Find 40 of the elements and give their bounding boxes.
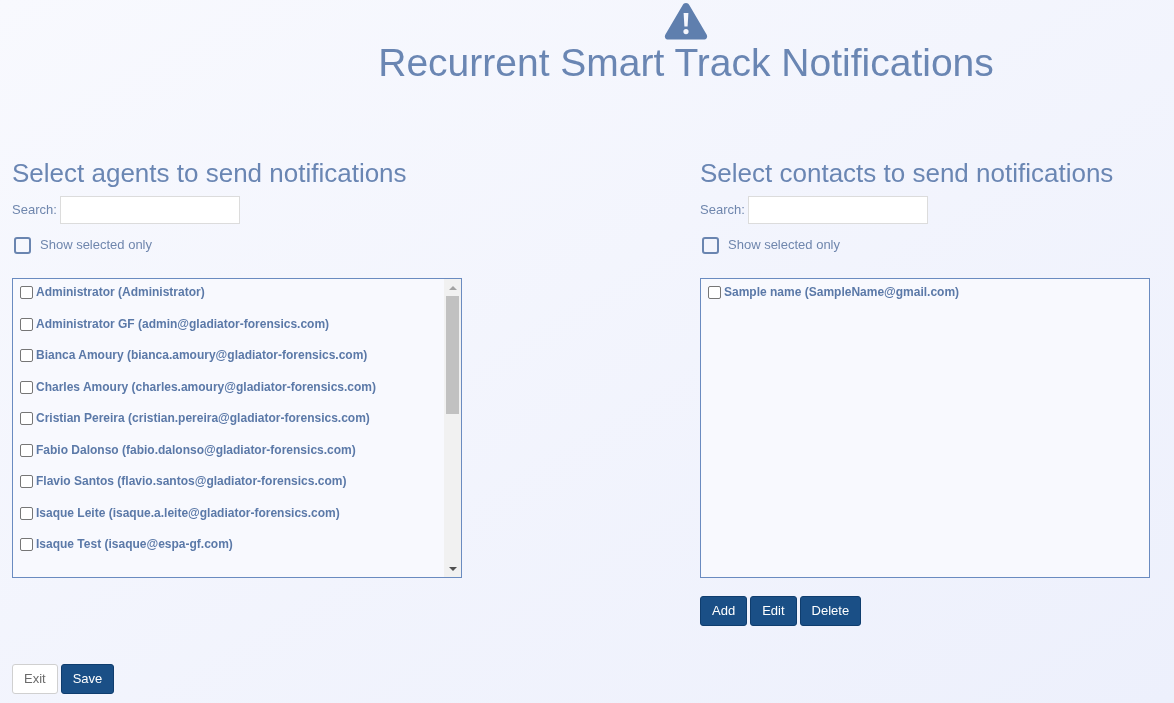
action-button[interactable]: Delete	[799, 596, 862, 626]
scrollbar[interactable]	[444, 279, 461, 577]
list-item-label[interactable]: Cristian Pereira (cristian.pereira@gladiator-forensics.com)	[36, 410, 370, 426]
list-item-label[interactable]: Charles Amoury (charles.amoury@gladiator-forensics.com)	[36, 378, 377, 395]
action-button[interactable]: Edit	[750, 596, 797, 626]
checkbox-label: Show selected only	[40, 236, 152, 255]
checkbox[interactable]	[20, 506, 33, 520]
search-label: Search:	[12, 201, 57, 220]
checkbox[interactable]	[20, 286, 33, 299]
checkbox[interactable]	[20, 349, 33, 362]
scrollbar-thumb[interactable]	[446, 296, 459, 414]
list-item-label[interactable]: Flavio Santos (flavio.santos@gladiator-forensics.com)	[36, 473, 347, 489]
scroll-down-icon[interactable]	[448, 566, 457, 571]
checkbox-label: Show selected only	[728, 236, 840, 255]
warning-icon	[664, 2, 708, 40]
list-item-label[interactable]: Fabio Dalonso (fabio.dalonso@gladiator-forensics.com)	[36, 441, 356, 458]
list-item-label[interactable]: Administrator GF (admin@gladiator-forensics.com)	[36, 315, 330, 332]
section-heading: Select contacts to send notifications	[700, 158, 1115, 188]
search-label: Search:	[700, 201, 745, 220]
page-title: Recurrent Smart Track Notifications	[378, 40, 994, 86]
checkbox[interactable]	[20, 380, 33, 394]
list-item-label[interactable]: Bianca Amoury (bianca.amoury@gladiator-forensics.com)	[36, 347, 368, 363]
exit-button[interactable]: Exit	[12, 664, 58, 694]
list-item-label[interactable]: Administrator (Administrator)	[36, 284, 205, 300]
checkbox[interactable]	[20, 475, 33, 488]
search-field[interactable]	[59, 196, 240, 224]
checkbox[interactable]	[20, 412, 33, 425]
checkbox[interactable]	[20, 317, 33, 331]
checkbox[interactable]	[14, 236, 31, 254]
list-item-label[interactable]: Isaque Leite (isaque.a.leite@gladiator-forensics.com)	[36, 504, 340, 521]
list-item-label[interactable]: Sample name (SampleName@gmail.com)	[724, 284, 960, 300]
checkbox[interactable]	[702, 236, 719, 254]
save-button[interactable]: Save	[60, 664, 115, 694]
action-button[interactable]: Add	[700, 596, 748, 626]
checkbox[interactable]	[708, 286, 721, 299]
checkbox[interactable]	[20, 443, 33, 457]
checkbox[interactable]	[20, 538, 33, 551]
list-item-label[interactable]: Isaque Test (isaque@espa-gf.com)	[36, 536, 233, 552]
search-field[interactable]	[747, 196, 928, 224]
section-heading: Select agents to send notifications	[12, 158, 408, 188]
